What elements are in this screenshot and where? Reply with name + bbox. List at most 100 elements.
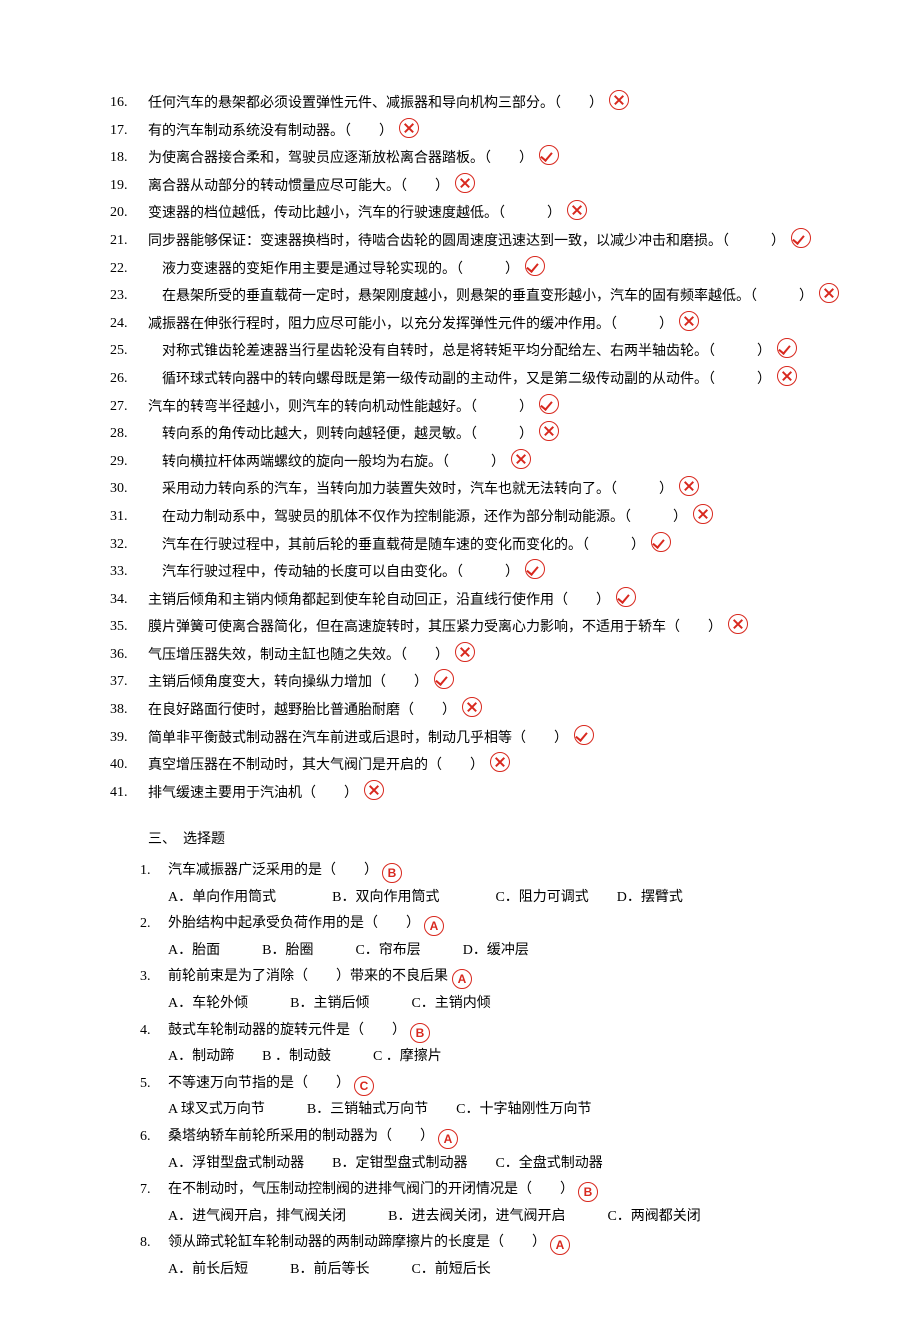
question-body: 桑塔纳轿车前轮所采用的制动器为（ ）AA．浮钳型盘式制动器 B．定钳型盘式制动器… — [168, 1124, 870, 1177]
cross-icon — [693, 504, 713, 524]
tf-question: 36.气压增压器失效，制动主缸也随之失效。（ ） — [110, 642, 870, 670]
check-icon — [434, 669, 454, 689]
tf-question: 37.主销后倾角度变大，转向操纵力增加（ ） — [110, 669, 870, 697]
cross-icon — [399, 118, 419, 138]
question-number: 7. — [140, 1177, 168, 1204]
question-number: 31. — [110, 504, 148, 531]
mc-question: 3.前轮前束是为了消除（ ）带来的不良后果AA．车轮外倾 B．主销后倾 C．主销… — [140, 964, 870, 1017]
cross-icon — [679, 311, 699, 331]
tf-question: 26. 循环球式转向器中的转向螺母既是第一级传动副的主动件，又是第二级传动副的从… — [110, 366, 870, 394]
question-number: 33. — [110, 559, 148, 586]
answer-letter-icon: A — [424, 916, 444, 936]
tf-question: 29. 转向横拉杆体两端螺纹的旋向一般均为右旋。（ ） — [110, 449, 870, 477]
cross-icon — [364, 780, 384, 800]
question-stem: 外胎结构中起承受负荷作用的是（ ） — [168, 916, 420, 931]
question-body: 领从蹄式轮缸车轮制动器的两制动蹄摩擦片的长度是（ ）AA．前长后短 B．前后等长… — [168, 1230, 870, 1283]
question-options: A．进气阀开启，排气阀关闭 B．进去阀关闭，进气阀开启 C．两阀都关闭 — [168, 1209, 701, 1224]
question-options: A．胎面 B．胎圈 C．帘布层 D．缓冲层 — [168, 943, 529, 958]
mc-question: 7.在不制动时，气压制动控制阀的进排气阀门的开闭情况是（ ）BA．进气阀开启，排… — [140, 1177, 870, 1230]
mc-question: 4.鼓式车轮制动器的旋转元件是（ ）BA．制动蹄 B ．制动鼓 C ．摩擦片 — [140, 1018, 870, 1071]
question-options: A．单向作用筒式 B．双向作用筒式 C．阻力可调式 D．摆臂式 — [168, 890, 683, 905]
question-text: 变速器的档位越低，传动比越小，汽车的行驶速度越低。（ ） — [148, 200, 870, 228]
question-text: 气压增压器失效，制动主缸也随之失效。（ ） — [148, 642, 870, 670]
question-body: 前轮前束是为了消除（ ）带来的不良后果AA．车轮外倾 B．主销后倾 C．主销内倾 — [168, 964, 870, 1017]
question-stem: 桑塔纳轿车前轮所采用的制动器为（ ） — [168, 1129, 434, 1144]
cross-icon — [728, 614, 748, 634]
tf-question: 32. 汽车在行驶过程中，其前后轮的垂直载荷是随车速的变化而变化的。（ ） — [110, 532, 870, 560]
question-options: A 球叉式万向节 B．三销轴式万向节 C．十字轴刚性万向节 — [168, 1102, 592, 1117]
question-text: 在动力制动系中，驾驶员的肌体不仅作为控制能源，还作为部分制动能源。（ ） — [148, 504, 870, 532]
question-text: 排气缓速主要用于汽油机（ ） — [148, 780, 870, 808]
question-number: 27. — [110, 394, 148, 421]
tf-question: 40.真空增压器在不制动时，其大气阀门是开启的（ ） — [110, 752, 870, 780]
question-number: 34. — [110, 587, 148, 614]
question-text: 在良好路面行使时，越野胎比普通胎耐磨（ ） — [148, 697, 870, 725]
tf-question: 16.任何汽车的悬架都必须设置弹性元件、减振器和导向机构三部分。（ ） — [110, 90, 870, 118]
question-options: A．前长后短 B．前后等长 C．前短后长 — [168, 1262, 491, 1277]
question-number: 38. — [110, 697, 148, 724]
question-number: 2. — [140, 911, 168, 938]
question-body: 鼓式车轮制动器的旋转元件是（ ）BA．制动蹄 B ．制动鼓 C ．摩擦片 — [168, 1018, 870, 1071]
question-number: 6. — [140, 1124, 168, 1151]
mc-question: 5.不等速万向节指的是（ ）CA 球叉式万向节 B．三销轴式万向节 C．十字轴刚… — [140, 1071, 870, 1124]
question-stem: 前轮前束是为了消除（ ）带来的不良后果 — [168, 969, 448, 984]
cross-icon — [462, 697, 482, 717]
question-text: 汽车行驶过程中，传动轴的长度可以自由变化。（ ） — [148, 559, 870, 587]
question-text: 转向横拉杆体两端螺纹的旋向一般均为右旋。（ ） — [148, 449, 870, 477]
question-text: 为使离合器接合柔和，驾驶员应逐渐放松离合器踏板。（ ） — [148, 145, 870, 173]
answer-letter-icon: A — [452, 969, 472, 989]
mc-question: 1.汽车减振器广泛采用的是（ ）BA．单向作用筒式 B．双向作用筒式 C．阻力可… — [140, 858, 870, 911]
tf-question: 27.汽车的转弯半径越小，则汽车的转向机动性能越好。（ ） — [110, 394, 870, 422]
tf-question: 38.在良好路面行使时，越野胎比普通胎耐磨（ ） — [110, 697, 870, 725]
question-number: 17. — [110, 118, 148, 145]
tf-question: 21.同步器能够保证：变速器换档时，待啮合齿轮的圆周速度迅速达到一致，以减少冲击… — [110, 228, 870, 256]
cross-icon — [490, 752, 510, 772]
check-icon — [616, 587, 636, 607]
question-number: 24. — [110, 311, 148, 338]
question-number: 8. — [140, 1230, 168, 1257]
question-stem: 不等速万向节指的是（ ） — [168, 1076, 350, 1091]
tf-question: 34.主销后倾角和主销内倾角都起到使车轮自动回正，沿直线行使作用（ ） — [110, 587, 870, 615]
cross-icon — [567, 200, 587, 220]
question-number: 1. — [140, 858, 168, 885]
question-body: 外胎结构中起承受负荷作用的是（ ） A A．胎面 B．胎圈 C．帘布层 D．缓冲层 — [168, 911, 870, 964]
question-text: 膜片弹簧可使离合器简化，但在高速旋转时，其压紧力受离心力影响，不适用于轿车（ ） — [148, 614, 870, 642]
question-number: 23. — [110, 283, 148, 310]
question-text: 对称式锥齿轮差速器当行星齿轮没有自转时，总是将转矩平均分配给左、右两半轴齿轮。（… — [148, 338, 870, 366]
question-number: 26. — [110, 366, 148, 393]
cross-icon — [455, 642, 475, 662]
question-number: 41. — [110, 780, 148, 807]
check-icon — [791, 228, 811, 248]
question-text: 离合器从动部分的转动惯量应尽可能大。（ ） — [148, 173, 870, 201]
question-number: 21. — [110, 228, 148, 255]
question-text: 减振器在伸张行程时，阻力应尽可能小，以充分发挥弹性元件的缓冲作用。（ ） — [148, 311, 870, 339]
check-icon — [525, 559, 545, 579]
cross-icon — [539, 421, 559, 441]
question-body: 汽车减振器广泛采用的是（ ）BA．单向作用筒式 B．双向作用筒式 C．阻力可调式… — [168, 858, 870, 911]
tf-question: 24.减振器在伸张行程时，阻力应尽可能小，以充分发挥弹性元件的缓冲作用。（ ） — [110, 311, 870, 339]
tf-question: 17.有的汽车制动系统没有制动器。（ ） — [110, 118, 870, 146]
true-false-section: 16.任何汽车的悬架都必须设置弹性元件、减振器和导向机构三部分。（ ）17.有的… — [110, 90, 870, 807]
answer-letter-icon: B — [578, 1182, 598, 1202]
check-icon — [525, 256, 545, 276]
question-options: A．浮钳型盘式制动器 B．定钳型盘式制动器 C．全盘式制动器 — [168, 1156, 603, 1171]
question-text: 汽车在行驶过程中，其前后轮的垂直载荷是随车速的变化而变化的。（ ） — [148, 532, 870, 560]
multiple-choice-section: 1.汽车减振器广泛采用的是（ ）BA．单向作用筒式 B．双向作用筒式 C．阻力可… — [110, 858, 870, 1284]
question-stem: 领从蹄式轮缸车轮制动器的两制动蹄摩擦片的长度是（ ） — [168, 1235, 546, 1250]
mc-question: 6.桑塔纳轿车前轮所采用的制动器为（ ）AA．浮钳型盘式制动器 B．定钳型盘式制… — [140, 1124, 870, 1177]
cross-icon — [511, 449, 531, 469]
question-text: 液力变速器的变矩作用主要是通过导轮实现的。（ ） — [148, 256, 870, 284]
tf-question: 23. 在悬架所受的垂直载荷一定时，悬架刚度越小，则悬架的垂直变形越小，汽车的固… — [110, 283, 870, 311]
cross-icon — [455, 173, 475, 193]
question-number: 16. — [110, 90, 148, 117]
question-number: 20. — [110, 200, 148, 227]
tf-question: 35.膜片弹簧可使离合器简化，但在高速旋转时，其压紧力受离心力影响，不适用于轿车… — [110, 614, 870, 642]
question-text: 主销后倾角和主销内倾角都起到使车轮自动回正，沿直线行使作用（ ） — [148, 587, 870, 615]
page: 16.任何汽车的悬架都必须设置弹性元件、减振器和导向机构三部分。（ ）17.有的… — [0, 90, 920, 1284]
answer-letter-icon: B — [410, 1023, 430, 1043]
question-text: 主销后倾角度变大，转向操纵力增加（ ） — [148, 669, 870, 697]
question-text: 转向系的角传动比越大，则转向越轻便，越灵敏。（ ） — [148, 421, 870, 449]
tf-question: 25. 对称式锥齿轮差速器当行星齿轮没有自转时，总是将转矩平均分配给左、右两半轴… — [110, 338, 870, 366]
question-number: 4. — [140, 1018, 168, 1045]
answer-letter-icon: B — [382, 863, 402, 883]
